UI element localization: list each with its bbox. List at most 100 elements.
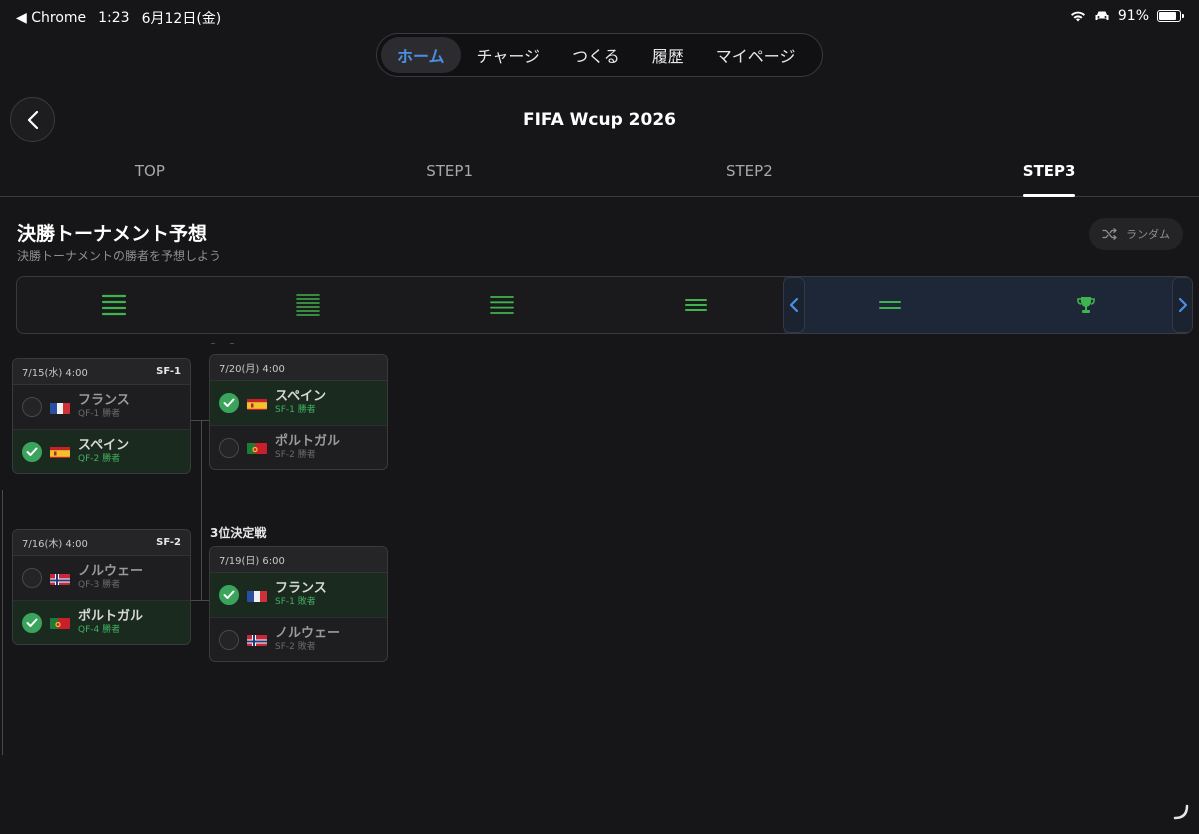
scroll-left-button[interactable] [783, 277, 805, 333]
radio-circle-icon[interactable] [219, 437, 239, 458]
team-option-france[interactable]: フランス QF-1 勝者 [13, 385, 190, 429]
section-subtitle: 決勝トーナメントの勝者を予想しよう [17, 249, 222, 263]
flag-norway-icon [50, 572, 70, 585]
bracket-line [191, 420, 201, 421]
tab-step3[interactable]: STEP3 [899, 152, 1199, 196]
nav-item-3[interactable]: 履歴 [636, 37, 700, 73]
list-lines-icon [296, 294, 320, 316]
radio-circle-icon[interactable] [219, 629, 239, 650]
team-option-portugal[interactable]: ポルトガル QF-4 勝者 [13, 600, 190, 644]
match-card-final: 7/20(月) 4:00 スペイン SF-1 勝者 ポルトガル SF-2 勝者 [209, 354, 388, 470]
round-sf[interactable] [793, 277, 987, 333]
round-selector [16, 276, 1193, 334]
match-header: 7/15(水) 4:00 SF-1 [13, 359, 190, 385]
round-16[interactable] [211, 277, 405, 333]
list-lines-icon [101, 294, 127, 316]
team-name: ノルウェー [275, 625, 341, 641]
team-source: QF-1 勝者 [78, 409, 121, 420]
match-datetime: 7/19(日) 6:00 [219, 556, 285, 567]
nav-item-4[interactable]: マイページ [700, 37, 812, 73]
match-card-sf2: 7/16(木) 4:00 SF-2 ノルウェー QF-3 勝者 ポルトガル QF-4 勝者 [12, 529, 191, 645]
check-circle-icon[interactable] [219, 585, 239, 605]
team-source: SF-2 勝者 [275, 449, 316, 460]
nav-item-1[interactable]: チャージ [461, 37, 557, 73]
team-name: フランス [78, 393, 130, 409]
team-name: フランス [275, 581, 327, 597]
list-lines-icon [490, 296, 514, 314]
random-label: ランダム [1126, 228, 1170, 241]
status-date: 6月12日(金) [141, 11, 222, 27]
step-tabs: TOP STEP1 STEP2 STEP3 [0, 152, 1199, 197]
trophy-icon [1077, 297, 1095, 313]
resize-handle-icon [1173, 804, 1189, 824]
team-source: SF-2 敗者 [275, 641, 316, 652]
team-name: スペイン [275, 389, 327, 405]
flag-france-icon [50, 401, 70, 414]
battery-percent: 91% [1117, 8, 1149, 24]
match-header: 7/19(日) 6:00 [210, 547, 387, 573]
flag-spain-icon [50, 445, 70, 458]
car-icon [1095, 11, 1109, 20]
flag-france-icon [247, 589, 267, 602]
flag-portugal-icon [247, 441, 267, 454]
flag-norway-icon [247, 633, 267, 646]
bracket-line [201, 600, 209, 601]
top-navigation: ホーム チャージ つくる 履歴 マイページ [376, 33, 823, 77]
check-circle-icon[interactable] [22, 612, 42, 633]
match-card-third-place: 7/19(日) 6:00 フランス SF-1 敗者 ノルウェー SF-2 敗者 [209, 546, 388, 662]
nav-item-2[interactable]: つくる [556, 37, 636, 73]
bracket-line [201, 420, 202, 601]
check-circle-icon[interactable] [22, 441, 42, 462]
round-qf[interactable] [405, 277, 599, 333]
match-header: 7/16(木) 4:00 SF-2 [13, 530, 190, 556]
tab-step1[interactable]: STEP1 [300, 152, 600, 196]
match-code: SF-1 [156, 366, 181, 377]
match-card-sf1: 7/15(水) 4:00 SF-1 フランス QF-1 勝者 スペイン QF-2 勝者 [12, 358, 191, 474]
bracket-line [201, 420, 209, 421]
team-option-france[interactable]: フランス SF-1 敗者 [210, 573, 387, 617]
team-option-portugal[interactable]: ポルトガル SF-2 勝者 [210, 425, 387, 469]
flag-spain-icon [247, 397, 267, 410]
radio-circle-icon[interactable] [22, 568, 42, 588]
back-to-app-link[interactable]: ◀ Chrome [16, 10, 86, 26]
radio-circle-icon[interactable] [22, 397, 42, 417]
team-source: QF-4 勝者 [78, 624, 121, 635]
shuffle-icon [1102, 228, 1117, 240]
team-option-spain[interactable]: スペイン QF-2 勝者 [13, 429, 190, 473]
team-source: SF-1 勝者 [275, 405, 316, 416]
section-title: 決勝トーナメント予想 [17, 223, 208, 245]
team-source: QF-2 勝者 [78, 453, 121, 464]
team-name: ポルトガル [275, 433, 341, 449]
status-time: 1:23 [98, 10, 130, 26]
match-header: 7/20(月) 4:00 [210, 355, 387, 381]
team-source: SF-1 敗者 [275, 597, 316, 608]
team-option-spain[interactable]: スペイン SF-1 勝者 [210, 381, 387, 425]
team-option-norway[interactable]: ノルウェー SF-2 敗者 [210, 617, 387, 661]
random-button[interactable]: ランダム [1089, 218, 1183, 250]
wifi-icon [1070, 11, 1085, 22]
match-datetime: 7/20(月) 4:00 [219, 364, 285, 375]
list-lines-icon [685, 299, 707, 311]
team-option-norway[interactable]: ノルウェー QF-3 勝者 [13, 556, 190, 600]
round-final[interactable] [989, 277, 1183, 333]
check-circle-icon[interactable] [219, 393, 239, 413]
tab-top[interactable]: TOP [0, 152, 300, 196]
scroll-right-button[interactable] [1172, 277, 1192, 333]
round-sf-progress[interactable] [599, 277, 793, 333]
bracket-line [230, 343, 234, 344]
team-name: ノルウェー [78, 564, 144, 580]
team-name: ポルトガル [78, 608, 144, 624]
battery-fill [1159, 12, 1177, 20]
nav-item-0[interactable]: ホーム [381, 37, 461, 73]
team-source: QF-3 勝者 [78, 580, 121, 591]
round-32[interactable] [17, 277, 211, 333]
team-name: スペイン [78, 437, 130, 453]
bracket-line [211, 343, 215, 344]
status-bar: ◀ Chrome 1:23 6月12日(金) 91% [0, 0, 1199, 32]
match-code: SF-2 [156, 537, 181, 548]
back-app-label: Chrome [31, 10, 87, 26]
bracket-line [191, 600, 201, 601]
third-place-label: 3位決定戦 [210, 526, 267, 540]
tab-step2[interactable]: STEP2 [600, 152, 900, 196]
chevron-right-icon [1178, 297, 1188, 313]
